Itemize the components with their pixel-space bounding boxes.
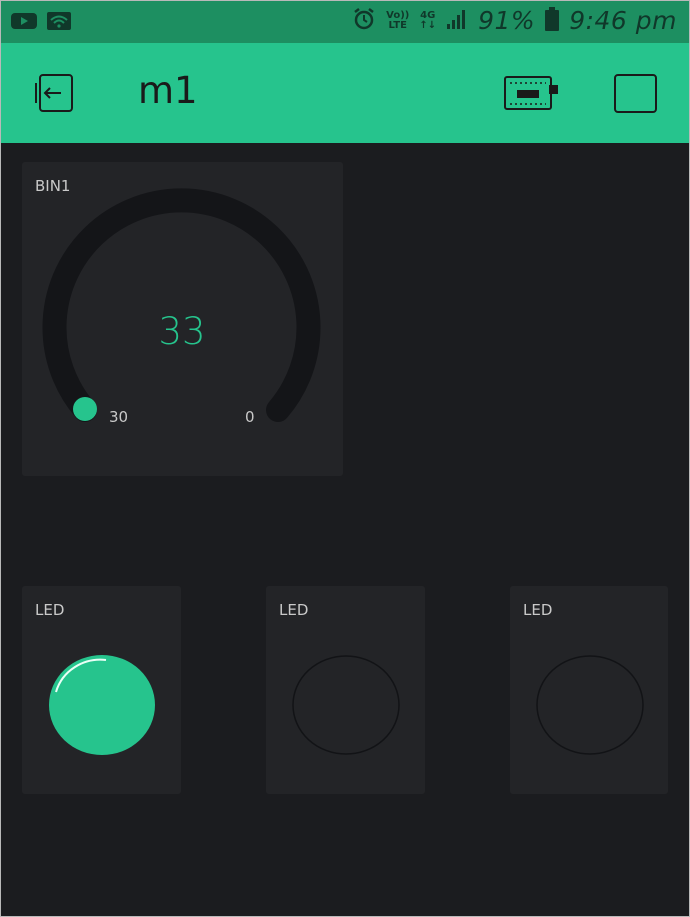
clock: 9:46 pm — [569, 6, 677, 35]
device-icon — [504, 76, 558, 110]
youtube-icon — [11, 11, 37, 35]
app-header: m1 — [1, 43, 689, 143]
4g-icon: 4G ↑↓ — [419, 9, 437, 31]
exit-button[interactable] — [31, 71, 81, 119]
signal-icon — [446, 8, 468, 34]
battery-icon — [545, 6, 560, 35]
led-widget-2[interactable]: LED — [266, 586, 425, 794]
led-on-indicator — [49, 655, 155, 755]
led-label: LED — [279, 601, 309, 619]
alarm-icon — [352, 7, 376, 35]
volte-top: Vo)) — [386, 9, 410, 21]
status-bar: Vo)) LTE 4G ↑↓ 91% 9:46 pm — [1, 1, 689, 43]
device-button[interactable] — [503, 75, 561, 117]
exit-icon — [35, 74, 73, 112]
led-label: LED — [523, 601, 553, 619]
led-widget-1[interactable]: LED — [22, 586, 181, 794]
gauge-max-label: 0 — [245, 408, 255, 426]
wifi-icon — [47, 11, 71, 35]
gauge-min-label: 30 — [109, 408, 129, 426]
gauge-widget[interactable]: BIN1 33 30 0 — [22, 162, 343, 476]
led-widget-3[interactable]: LED — [510, 586, 668, 794]
stop-button[interactable] — [613, 73, 659, 119]
gauge-indicator — [73, 397, 97, 421]
led-off-indicator — [292, 655, 400, 755]
network-label: 4G — [420, 9, 436, 21]
led-off-indicator — [536, 655, 644, 755]
network-arrows: ↑↓ — [419, 19, 437, 31]
page-title: m1 — [138, 69, 198, 112]
volte-bottom: LTE — [388, 19, 407, 31]
gauge-value: 33 — [158, 310, 206, 353]
volte-icon: Vo)) LTE — [386, 9, 410, 31]
stop-icon — [614, 74, 657, 113]
app-screen: Vo)) LTE 4G ↑↓ 91% 9:46 pm m1 BIN1 33 30… — [0, 0, 690, 917]
battery-percent: 91% — [478, 6, 536, 35]
led-label: LED — [35, 601, 65, 619]
